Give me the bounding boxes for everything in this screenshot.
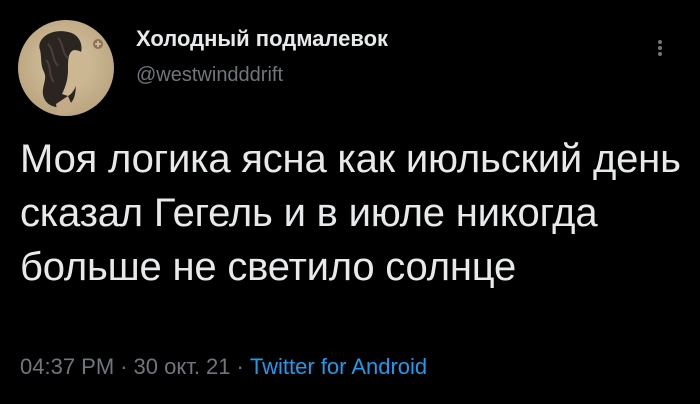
tweet-card: Холодный подмалевок @westwindddrift Моя … — [0, 0, 700, 404]
author-display-name[interactable]: Холодный подмалевок — [136, 26, 388, 52]
dot — [658, 40, 662, 44]
separator: · — [120, 354, 128, 379]
dot — [658, 52, 662, 56]
tweet-time[interactable]: 04:37 PM — [20, 354, 114, 379]
tweet-meta: 04:37 PM · 30 окт. 21 · Twitter for Android — [20, 354, 427, 380]
dot — [658, 46, 662, 50]
author-handle[interactable]: @westwindddrift — [136, 64, 283, 87]
avatar[interactable] — [18, 20, 114, 116]
tweet-source-link[interactable]: Twitter for Android — [250, 354, 427, 379]
more-vertical-icon[interactable] — [646, 34, 674, 62]
tweet-date[interactable]: 30 окт. 21 — [134, 354, 231, 379]
portrait-avatar-icon — [18, 20, 114, 116]
separator: · — [236, 354, 244, 379]
tweet-text: Моя логика ясна как июльский день сказал… — [20, 137, 681, 289]
